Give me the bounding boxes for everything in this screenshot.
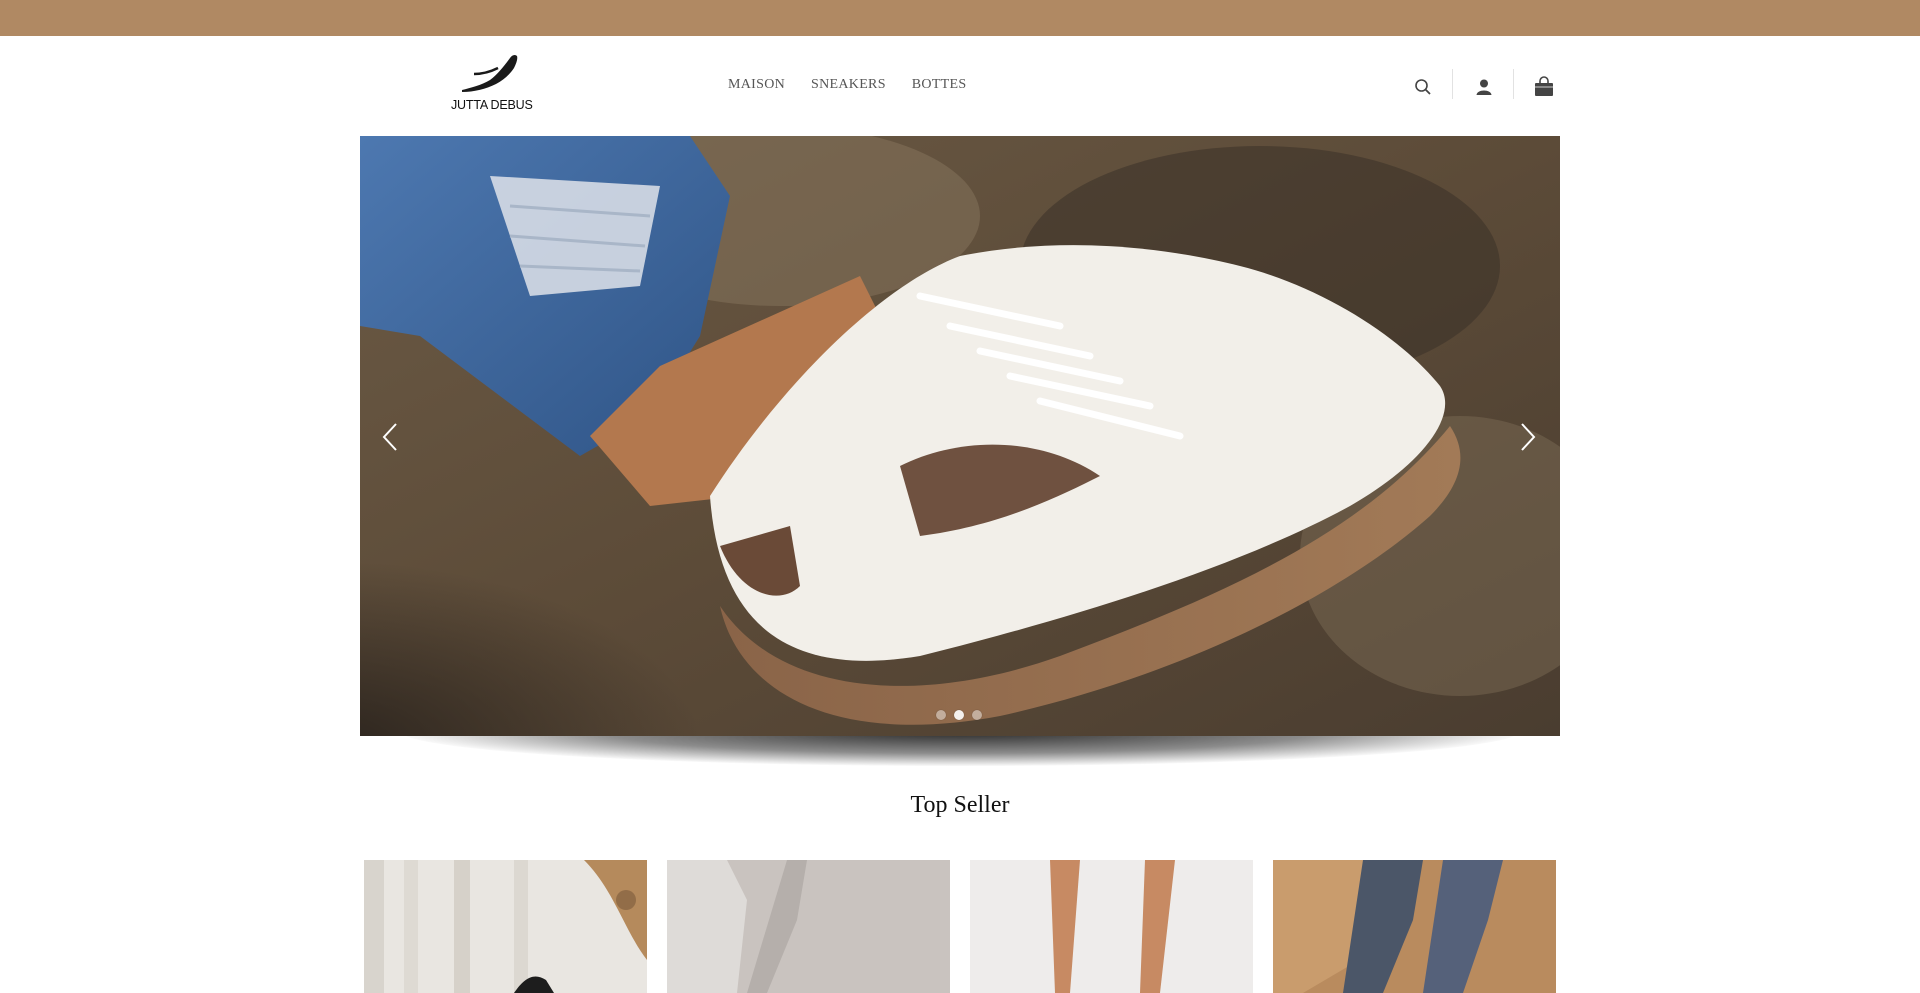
slider-pagination	[936, 710, 982, 720]
nav-item-maison[interactable]: MAISON	[728, 77, 785, 93]
slider-dot[interactable]	[936, 710, 946, 720]
nav-item-bottes[interactable]: BOTTES	[912, 77, 967, 93]
product-card[interactable]	[364, 860, 647, 993]
product-card[interactable]	[970, 860, 1253, 993]
account-button[interactable]	[1472, 72, 1496, 102]
product-image	[970, 860, 1253, 993]
hero-drop-shadow	[360, 736, 1560, 788]
hero-slide-image	[360, 136, 1560, 736]
brand-logo[interactable]: JUTTA DEBUS	[448, 52, 533, 118]
slider-dot[interactable]	[972, 710, 982, 720]
chevron-left-icon	[382, 423, 397, 451]
search-button[interactable]	[1412, 72, 1434, 102]
product-grid	[364, 860, 1556, 993]
header-divider	[1452, 69, 1453, 99]
slider-next-button[interactable]	[1514, 420, 1540, 454]
site-header: JUTTA DEBUS MAISON SNEAKERS BOTTES	[0, 36, 1920, 136]
top-announcement-bar	[0, 0, 1920, 36]
account-icon	[1476, 79, 1492, 95]
hero-slider[interactable]	[360, 136, 1560, 736]
product-image	[667, 860, 950, 993]
chevron-right-icon	[1521, 423, 1536, 451]
cart-button[interactable]	[1532, 72, 1556, 102]
shopping-bag-icon	[1535, 76, 1553, 96]
product-image	[364, 860, 647, 993]
product-card[interactable]	[1273, 860, 1556, 993]
nav-item-sneakers[interactable]: SNEAKERS	[811, 77, 886, 93]
sneaker-logo-icon	[462, 54, 518, 92]
slider-prev-button[interactable]	[378, 420, 404, 454]
slider-dot-active[interactable]	[954, 710, 964, 720]
brand-name: JUTTA DEBUS	[451, 98, 533, 112]
header-divider	[1513, 69, 1514, 99]
search-icon	[1415, 79, 1431, 95]
product-image	[1273, 860, 1556, 993]
section-title: Top Seller	[910, 792, 1010, 818]
product-card[interactable]	[667, 860, 950, 993]
main-navigation: MAISON SNEAKERS BOTTES	[728, 77, 992, 93]
